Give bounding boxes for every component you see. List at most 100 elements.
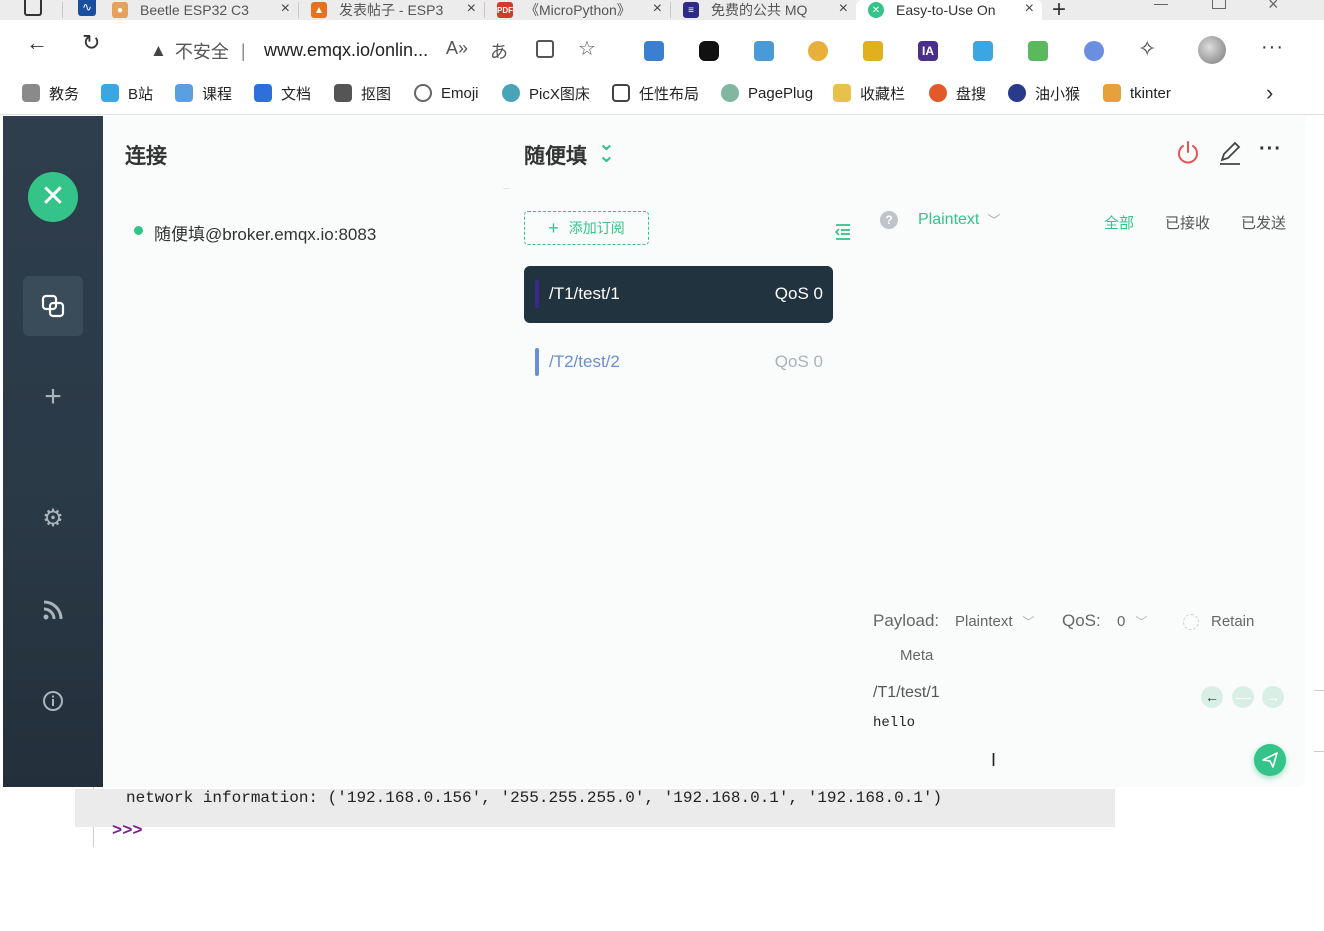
meta-button[interactable]: Meta — [900, 647, 933, 664]
publish-topic-input[interactable]: /T1/test/1 — [873, 684, 940, 702]
new-connection-nav[interactable]: + — [23, 367, 83, 427]
payload-format-select[interactable]: Plaintext ﹀ — [955, 613, 1035, 630]
close-window-button[interactable]: × — [1268, 0, 1279, 15]
bookmark-favicon-icon — [929, 84, 947, 102]
connection-status-dot — [134, 226, 143, 235]
warning-icon: ▲ — [150, 41, 167, 60]
qos-select[interactable]: 0 ﹀ — [1117, 613, 1147, 630]
about-nav[interactable] — [23, 671, 83, 731]
image-extension-icon[interactable] — [754, 41, 774, 61]
bookmark-3[interactable]: 文档 — [254, 82, 311, 104]
bookmark-folder[interactable]: 收藏栏 — [833, 82, 905, 104]
close-icon[interactable]: × — [1025, 0, 1034, 18]
filter-received-tab[interactable]: 已接收 — [1165, 212, 1210, 233]
payload-editor[interactable]: hello — [873, 715, 915, 731]
close-icon[interactable]: × — [467, 0, 476, 18]
tiger-extension-icon[interactable] — [863, 41, 883, 61]
fox-icon: ▲ — [311, 2, 327, 18]
add-subscription-button[interactable]: + 添加订阅 — [524, 211, 649, 245]
bilibili-extension-icon[interactable] — [973, 41, 993, 61]
upload-extension-icon[interactable] — [644, 41, 664, 61]
bookmark-favicon-icon — [502, 84, 520, 102]
bookmark-favicon-icon — [22, 84, 40, 102]
page-icon — [612, 84, 630, 102]
message-format-select[interactable]: Plaintext ﹀ — [918, 210, 1000, 229]
close-icon[interactable]: × — [839, 0, 848, 18]
translate-icon[interactable]: あ — [490, 38, 508, 64]
bookmark-11[interactable]: 油小猴 — [1008, 82, 1080, 104]
extensions-puzzle-icon[interactable]: ✧ — [1138, 36, 1156, 62]
chevron-down-icon: ﹀ — [1022, 615, 1035, 629]
send-button[interactable] — [1254, 744, 1286, 776]
favorite-star-icon[interactable]: ☆ — [578, 36, 596, 61]
connections-nav[interactable] — [23, 276, 83, 336]
arrow-left-icon: ← — [1205, 689, 1219, 705]
collapse-subscriptions-icon[interactable] — [834, 222, 852, 245]
filter-all-tab[interactable]: 全部 — [1104, 212, 1134, 233]
retain-label: Retain — [1211, 613, 1255, 630]
close-icon[interactable]: × — [281, 0, 290, 18]
tab-3[interactable]: ≡ 免费的公共 MQ × — [671, 0, 856, 20]
bookmark-12[interactable]: tkinter — [1103, 82, 1171, 104]
clear-history-button[interactable]: — — [1232, 686, 1254, 708]
filter-sent-tab[interactable]: 已发送 — [1241, 212, 1286, 233]
bookmark-6[interactable]: PicX图床 — [502, 82, 590, 104]
tampermonkey-icon[interactable] — [699, 41, 719, 61]
profile-avatar[interactable] — [1198, 36, 1226, 64]
address-input[interactable]: www.emqx.io/onlin... — [264, 40, 428, 61]
tab-actions-icon[interactable] — [24, 0, 42, 16]
subscription-item-active[interactable]: /T1/test/1 QoS 0 — [524, 266, 833, 323]
prev-message-button[interactable]: ← — [1201, 686, 1223, 708]
subscription-item[interactable]: /T2/test/2 QoS 0 — [524, 334, 833, 391]
minus-icon: — — [1236, 689, 1250, 705]
disconnect-button[interactable] — [1176, 140, 1200, 171]
console-prompt[interactable]: >>> — [112, 822, 143, 841]
tab-separator — [62, 2, 63, 18]
maximize-button[interactable] — [1212, 0, 1226, 9]
more-menu-icon[interactable]: ··· — [1261, 36, 1284, 59]
double-chevron-down-icon[interactable]: ⌄ ⌄ — [598, 134, 615, 166]
minimize-button[interactable] — [1154, 4, 1168, 5]
bookmark-favicon-icon — [1103, 84, 1121, 102]
edit-connection-button[interactable] — [1218, 140, 1242, 171]
security-indicator[interactable]: ▲ 不安全 | — [150, 38, 246, 64]
bird-extension-icon[interactable] — [1084, 41, 1104, 61]
bookmark-0[interactable]: 教务 — [22, 82, 79, 104]
tab-0[interactable]: ● Beetle ESP32 C3 × — [112, 0, 298, 20]
panel-divider — [503, 188, 509, 189]
help-icon[interactable]: ? — [880, 211, 898, 229]
grid-extension-icon[interactable] — [1028, 41, 1048, 61]
bookmark-2[interactable]: 课程 — [175, 82, 232, 104]
chevron-down-icon: ﹀ — [987, 213, 1001, 228]
retain-checkbox[interactable] — [1183, 614, 1199, 630]
read-aloud-icon[interactable]: A» — [446, 38, 468, 59]
tab-2[interactable]: PDF 《MicroPython》 × — [485, 0, 670, 20]
connection-item[interactable]: 随便填@broker.emqx.io:8083 — [154, 220, 376, 245]
refresh-icon[interactable]: ↻ — [82, 30, 100, 56]
tab-1[interactable]: ▲ 发表帖子 - ESP3 × — [299, 0, 484, 20]
bookmark-favicon-icon — [1008, 84, 1026, 102]
connection-name: 随便填 — [524, 145, 587, 168]
back-arrow-icon[interactable]: ← — [26, 30, 48, 56]
settings-nav[interactable]: ⚙ — [23, 488, 83, 548]
next-message-button[interactable]: → — [1262, 686, 1284, 708]
split-screen-icon[interactable] — [536, 40, 554, 58]
bookmark-5[interactable]: Emoji — [414, 82, 479, 104]
chevron-down-icon: ﹀ — [1135, 615, 1148, 629]
bookmark-10[interactable]: 盘搜 — [929, 82, 986, 104]
close-icon[interactable]: × — [653, 0, 662, 18]
tab-4[interactable]: ✕ Easy-to-Use On × — [856, 0, 1042, 20]
ia-extension-icon[interactable]: IA — [918, 41, 938, 61]
bookmark-4[interactable]: 抠图 — [334, 82, 391, 104]
rss-icon — [43, 600, 63, 620]
more-options-icon[interactable]: ··· — [1259, 138, 1282, 161]
activity-tab-icon[interactable]: ∿ — [78, 0, 96, 16]
color-extension-icon[interactable] — [808, 41, 828, 61]
log-nav[interactable] — [23, 580, 83, 640]
bookmark-7[interactable]: 任性布局 — [612, 82, 699, 104]
connections-title: 连接 — [125, 145, 167, 168]
send-icon — [1262, 752, 1278, 768]
bookmark-1[interactable]: B站 — [101, 82, 153, 104]
chevron-right-icon[interactable]: › — [1266, 80, 1273, 106]
bookmark-8[interactable]: PagePlug — [721, 82, 813, 104]
